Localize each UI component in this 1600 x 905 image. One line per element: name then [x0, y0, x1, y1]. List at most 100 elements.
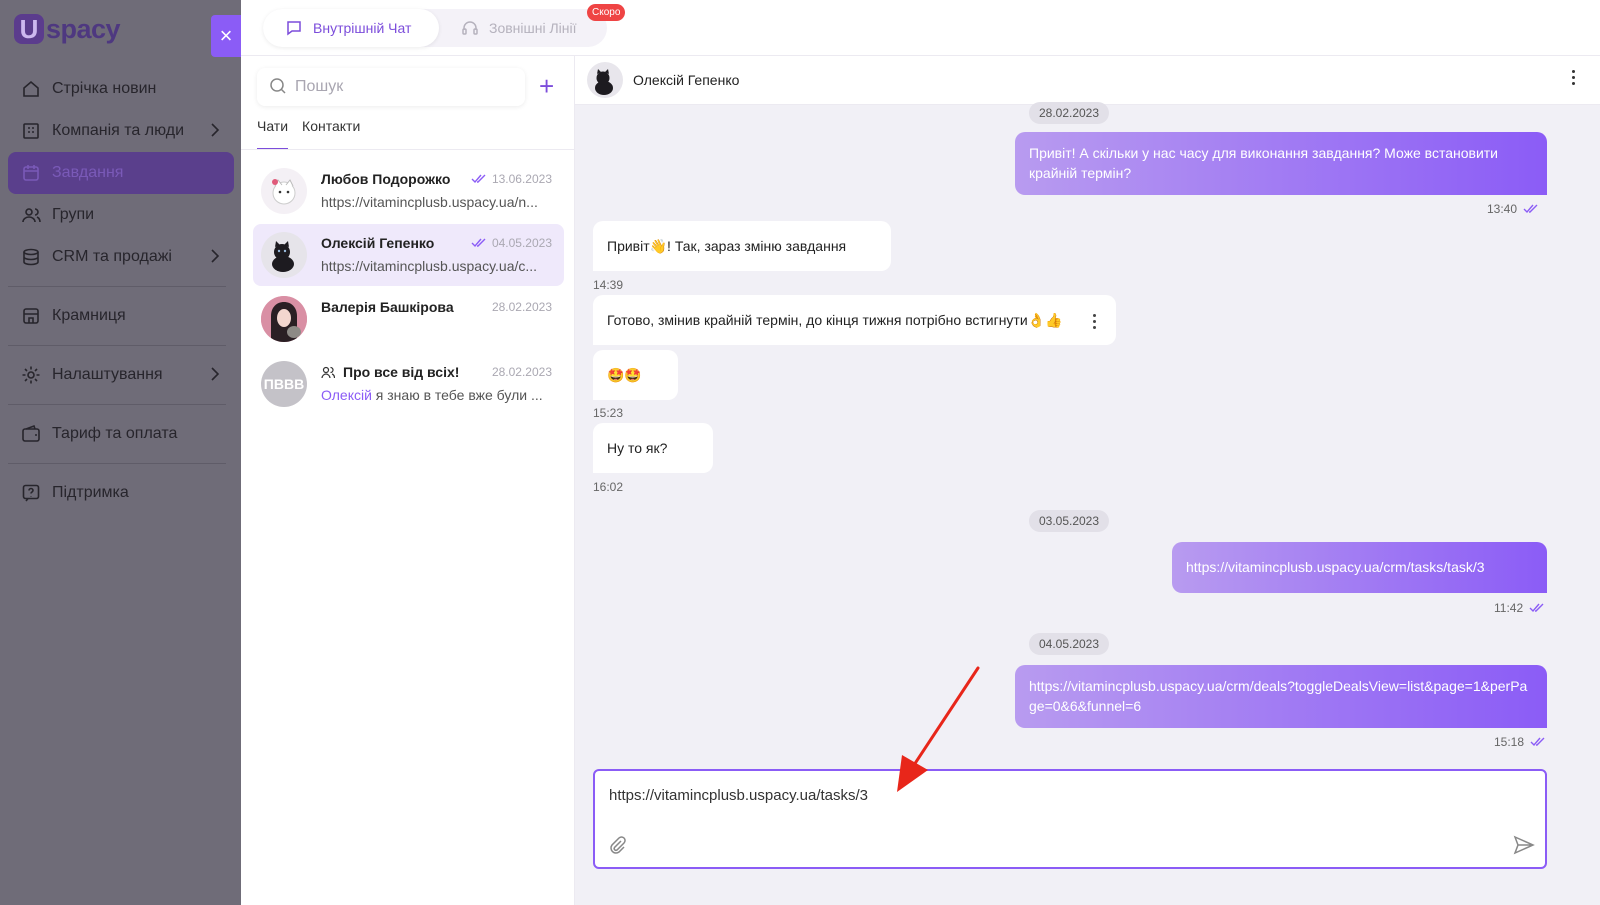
- message-options-icon[interactable]: [1093, 314, 1096, 329]
- chevron-right-icon: [210, 365, 220, 388]
- message-outgoing[interactable]: https://vitamincplusb.uspacy.ua/crm/deal…: [1015, 665, 1547, 728]
- message-outgoing[interactable]: Привіт! А скільки у нас часу для виконан…: [1015, 132, 1547, 195]
- divider: [8, 463, 226, 464]
- sidebar-item-support[interactable]: Підтримка: [8, 472, 234, 514]
- logo[interactable]: U spacy: [14, 12, 121, 46]
- sidebar-item-label: Стрічка новин: [52, 80, 157, 97]
- tab-label: Внутрішній Чат: [313, 20, 412, 36]
- users-icon: [20, 204, 42, 226]
- divider: [8, 404, 226, 405]
- sidebar-item-label: Налаштування: [52, 366, 163, 383]
- logo-text: spacy: [46, 13, 121, 44]
- message-time: 14:39: [593, 278, 624, 292]
- divider: [8, 345, 226, 346]
- database-icon: [20, 246, 42, 268]
- double-check-icon: [471, 238, 487, 248]
- message-input[interactable]: https://vitamincplusb.uspacy.ua/tasks/3: [609, 787, 868, 804]
- message-composer[interactable]: https://vitamincplusb.uspacy.ua/tasks/3: [593, 769, 1547, 869]
- sidebar-item-label: CRM та продажі: [52, 248, 172, 265]
- search-icon: [269, 77, 287, 98]
- avatar: [261, 232, 307, 278]
- chat-date: 28.02.2023: [491, 365, 552, 379]
- chat-name: Валерія Башкірова: [321, 299, 454, 315]
- help-icon: [20, 482, 42, 504]
- message-time: 15:23: [593, 406, 624, 420]
- top-bar: Внутрішній Чат Зовнішні Лінії Скоро: [241, 0, 1600, 56]
- avatar[interactable]: [587, 62, 623, 98]
- search-box[interactable]: [257, 68, 525, 106]
- headset-icon: [461, 19, 479, 37]
- message-incoming[interactable]: 🤩🤩: [593, 350, 678, 400]
- sidebar-item-company[interactable]: Компанія та люди: [8, 110, 234, 152]
- store-icon: [20, 305, 42, 327]
- search-input[interactable]: [295, 78, 495, 96]
- sidebar-item-tasks[interactable]: Завдання: [8, 152, 234, 194]
- sidebar-item-label: Крамниця: [52, 307, 126, 324]
- chat-list-item[interactable]: Валерія Башкірова 28.02.2023: [253, 288, 564, 350]
- chat-list-item[interactable]: Олексій Гепенко 04.05.2023 https://vitam…: [253, 224, 564, 286]
- avatar: [261, 168, 307, 214]
- more-options-icon[interactable]: [1572, 70, 1575, 85]
- chat-date: 04.05.2023: [471, 236, 552, 250]
- message-incoming[interactable]: Привіт👋! Так, зараз зміню завдання: [593, 221, 891, 271]
- message-time: 15:18: [1494, 735, 1546, 749]
- chat-list-panel: + Чати Контакти Любов Подорожко 13.06.20…: [241, 56, 575, 905]
- divider: [8, 286, 226, 287]
- avatar: [261, 296, 307, 342]
- sidebar-item-news[interactable]: Стрічка новин: [8, 68, 234, 110]
- close-sidebar-button[interactable]: ×: [211, 15, 241, 57]
- date-separator: 03.05.2023: [1028, 510, 1110, 532]
- chat-name: Любов Подорожко: [321, 171, 451, 187]
- sidebar-item-crm[interactable]: CRM та продажі: [8, 236, 234, 278]
- tab-external-lines[interactable]: Зовнішні Лінії: [461, 9, 577, 47]
- sidebar-item-store[interactable]: Крамниця: [8, 295, 234, 337]
- conversation-header: Олексій Гепенко: [575, 56, 1600, 105]
- conversation-panel: Олексій Гепенко 28.02.2023 Привіт! А скі…: [575, 56, 1600, 905]
- chat-name: Олексій Гепенко: [321, 235, 435, 251]
- message-time: 16:02: [593, 480, 624, 494]
- sidebar-item-label: Компанія та люди: [52, 122, 185, 139]
- tab-chats[interactable]: Чати: [257, 118, 289, 150]
- double-check-icon: [1523, 204, 1539, 214]
- message-incoming[interactable]: Готово, змінив крайній термін, до кінця …: [593, 295, 1116, 345]
- sidebar-item-settings[interactable]: Налаштування: [8, 354, 234, 396]
- divider: [241, 149, 575, 150]
- chat-list-item[interactable]: Любов Подорожко 13.06.2023 https://vitam…: [253, 160, 564, 222]
- home-icon: [20, 78, 42, 100]
- message-outgoing[interactable]: https://vitamincplusb.uspacy.ua/crm/task…: [1172, 542, 1547, 593]
- paperclip-icon[interactable]: [607, 835, 627, 858]
- chevron-right-icon: [210, 121, 220, 144]
- tab-label: Зовнішні Лінії: [489, 20, 577, 36]
- date-separator: 04.05.2023: [1028, 633, 1110, 655]
- message-time: 11:42: [1494, 601, 1545, 615]
- message-time: 13:40: [1487, 202, 1539, 216]
- chat-preview: Олексій я знаю в тебе вже були ...: [321, 387, 543, 403]
- building-icon: [20, 120, 42, 142]
- sidebar: U spacy × Стрічка новин Компанія та люди…: [0, 0, 241, 905]
- message-incoming[interactable]: Ну то як?: [593, 423, 713, 473]
- chat-preview: https://vitamincplusb.uspacy.ua/n...: [321, 194, 538, 210]
- tab-internal-chat[interactable]: Внутрішній Чат: [263, 9, 439, 47]
- sidebar-item-label: Тариф та оплата: [52, 425, 178, 442]
- sidebar-item-groups[interactable]: Групи: [8, 194, 234, 236]
- chat-list-tabs: Чати Контакти: [257, 118, 374, 150]
- tab-contacts[interactable]: Контакти: [302, 118, 360, 150]
- avatar: ПВВВ: [261, 361, 307, 407]
- calendar-icon: [20, 162, 42, 184]
- double-check-icon: [1529, 603, 1545, 613]
- soon-badge: Скоро: [587, 4, 626, 21]
- sidebar-item-label: Підтримка: [52, 484, 129, 501]
- chat-list-item[interactable]: ПВВВ Про все від всіх! 28.02.2023 Олексі…: [253, 353, 564, 415]
- wallet-icon: [20, 423, 42, 445]
- add-chat-button[interactable]: +: [539, 73, 554, 99]
- send-icon[interactable]: [1513, 835, 1535, 858]
- group-icon: [321, 365, 335, 379]
- sidebar-item-label: Групи: [52, 206, 95, 223]
- contact-name[interactable]: Олексій Гепенко: [633, 72, 739, 88]
- chat-date: 13.06.2023: [471, 172, 552, 186]
- sidebar-item-billing[interactable]: Тариф та оплата: [8, 413, 234, 455]
- double-check-icon: [471, 174, 487, 184]
- sender-name: Олексій: [321, 387, 372, 403]
- logo-mark: U: [14, 14, 44, 44]
- chat-name: Про все від всіх!: [321, 364, 459, 380]
